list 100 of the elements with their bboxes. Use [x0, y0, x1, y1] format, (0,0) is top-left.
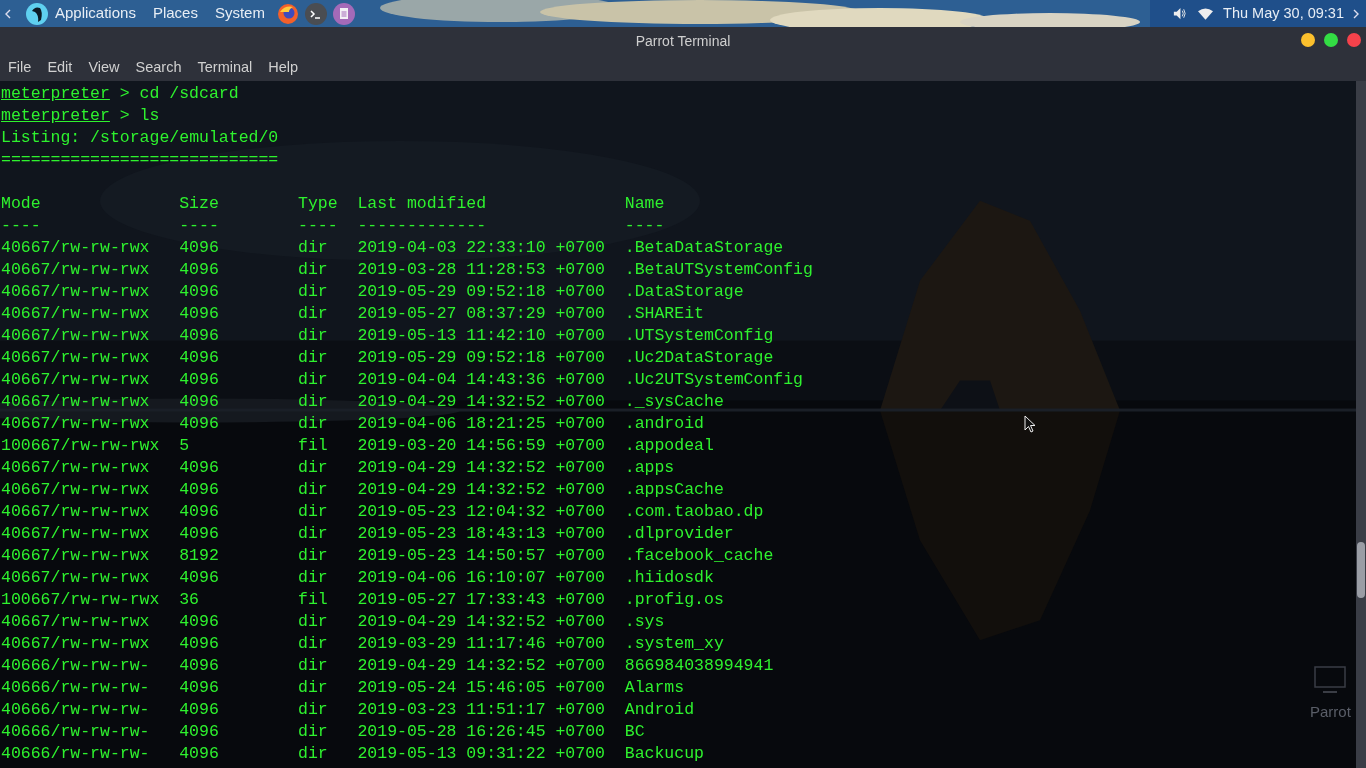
listing-cell: 40667/rw-rw-rwx: [1, 458, 150, 477]
listing-cell: 2019-05-27 17:33:43 +0700: [357, 590, 605, 609]
listing-cell: .DataStorage: [624, 282, 744, 301]
listing-cell: 2019-05-24 15:46:05 +0700: [357, 678, 605, 697]
column-rule: ----: [624, 216, 665, 235]
listing-cell: .SHAREit: [624, 304, 704, 323]
listing-cell: .Uc2UTSystemConfig: [624, 370, 803, 389]
column-header: Mode: [1, 194, 41, 213]
listing-cell: 866984038994941: [624, 656, 774, 675]
menu-item[interactable]: Search: [135, 57, 182, 79]
column-header: Size: [179, 194, 219, 213]
listing-cell: 4096: [179, 304, 219, 323]
listing-cell: 40667/rw-rw-rwx: [1, 326, 150, 345]
listing-cell: 4096: [179, 238, 219, 257]
command-text: > cd /sdcard: [119, 83, 239, 105]
listing-cell: dir: [298, 656, 328, 675]
panel-menu[interactable]: System: [214, 2, 265, 25]
listing-cell: .facebook_cache: [624, 546, 774, 565]
listing-cell: 2019-05-13 09:31:22 +0700: [357, 744, 605, 763]
listing-cell: 100667/rw-rw-rwx: [1, 436, 160, 455]
listing-cell: 4096: [179, 524, 219, 543]
panel-menu[interactable]: Places: [152, 2, 198, 25]
column-header: Name: [624, 194, 665, 213]
column-header: Type: [298, 194, 338, 213]
listing-cell: .appsCache: [624, 480, 724, 499]
maximize-button[interactable]: [1324, 33, 1338, 47]
listing-cell: .hiidosdk: [624, 568, 714, 587]
listing-cell: Android: [624, 700, 695, 719]
listing-cell: 2019-05-23 18:43:13 +0700: [357, 524, 605, 543]
browser-icon[interactable]: [276, 2, 299, 25]
listing-cell: 40667/rw-rw-rwx: [1, 238, 150, 257]
listing-cell: .profig.os: [624, 590, 724, 609]
listing-cell: 4096: [179, 370, 219, 389]
listing-cell: dir: [298, 282, 328, 301]
listing-cell: 40666/rw-rw-rw-: [1, 744, 150, 763]
column-rule: -------------: [357, 216, 487, 235]
minimize-button[interactable]: [1301, 33, 1315, 47]
listing-cell: 4096: [179, 348, 219, 367]
listing-cell: 5: [179, 436, 190, 455]
listing-cell: 100667/rw-rw-rwx: [1, 590, 160, 609]
listing-cell: dir: [298, 524, 328, 543]
column-rule: ----: [298, 216, 338, 235]
listing-cell: 2019-04-29 14:32:52 +0700: [357, 480, 605, 499]
listing-cell: 4096: [179, 414, 219, 433]
listing-cell: 2019-05-23 14:50:57 +0700: [357, 546, 605, 565]
listing-cell: fil: [298, 590, 328, 609]
mouse-pointer-icon: [1024, 415, 1036, 433]
column-rule: ----: [179, 216, 219, 235]
prompt: meterpreter: [1, 83, 110, 105]
listing-cell: 2019-03-29 11:17:46 +0700: [357, 634, 605, 653]
menu-item[interactable]: File: [8, 57, 32, 79]
listing-cell: 2019-05-27 08:37:29 +0700: [357, 304, 605, 323]
listing-cell: 2019-04-29 14:32:52 +0700: [357, 458, 605, 477]
panel-menu[interactable]: Applications: [55, 2, 136, 25]
menu-item[interactable]: Help: [268, 57, 299, 79]
listing-cell: 40667/rw-rw-rwx: [1, 304, 150, 323]
listing-cell: dir: [298, 634, 328, 653]
scrollbar-thumb[interactable]: [1357, 542, 1365, 598]
command-text: > ls: [119, 105, 160, 127]
listing-cell: 40667/rw-rw-rwx: [1, 260, 150, 279]
listing-cell: dir: [298, 568, 328, 587]
listing-cell: dir: [298, 612, 328, 631]
listing-cell: 2019-04-03 22:33:10 +0700: [357, 238, 605, 257]
menu-item[interactable]: View: [88, 57, 120, 79]
menu-item[interactable]: Edit: [47, 57, 73, 79]
listing-cell: 4096: [179, 634, 219, 653]
listing-cell: 40667/rw-rw-rwx: [1, 348, 150, 367]
listing-cell: 2019-03-28 11:28:53 +0700: [357, 260, 605, 279]
prompt: meterpreter: [1, 105, 110, 127]
listing-cell: 2019-05-23 12:04:32 +0700: [357, 502, 605, 521]
listing-cell: 40667/rw-rw-rwx: [1, 612, 150, 631]
listing-cell: .com.taobao.dp: [624, 502, 764, 521]
listing-cell: dir: [298, 414, 328, 433]
listing-cell: 4096: [179, 502, 219, 521]
listing-cell: .BetaUTSystemConfig: [624, 260, 813, 279]
listing-cell: 2019-04-29 14:32:52 +0700: [357, 656, 605, 675]
listing-cell: 4096: [179, 260, 219, 279]
listing-cell: 40667/rw-rw-rwx: [1, 524, 150, 543]
listing-cell: 40667/rw-rw-rwx: [1, 392, 150, 411]
listing-cell: 40667/rw-rw-rwx: [1, 502, 150, 521]
listing-cell: 40667/rw-rw-rwx: [1, 282, 150, 301]
terminal-icon[interactable]: [304, 2, 327, 25]
listing-cell: 2019-04-04 14:43:36 +0700: [357, 370, 605, 389]
listing-cell: dir: [298, 326, 328, 345]
text-editor-icon[interactable]: [332, 2, 355, 25]
close-button[interactable]: [1347, 33, 1361, 47]
listing-cell: dir: [298, 392, 328, 411]
menu-item[interactable]: Terminal: [197, 57, 253, 79]
listing-cell: 4096: [179, 458, 219, 477]
listing-cell: .apps: [624, 458, 675, 477]
scrollbar[interactable]: [1356, 81, 1366, 768]
listing-cell: dir: [298, 238, 328, 257]
scroll-right-icon[interactable]: [1352, 7, 1360, 20]
listing-cell: dir: [298, 744, 328, 763]
listing-cell: 4096: [179, 480, 219, 499]
volume-icon[interactable]: [1172, 6, 1188, 21]
listing-cell: 4096: [179, 282, 219, 301]
listing-cell: dir: [298, 348, 328, 367]
listing-cell: 4096: [179, 678, 219, 697]
listing-cell: 2019-04-29 14:32:52 +0700: [357, 392, 605, 411]
